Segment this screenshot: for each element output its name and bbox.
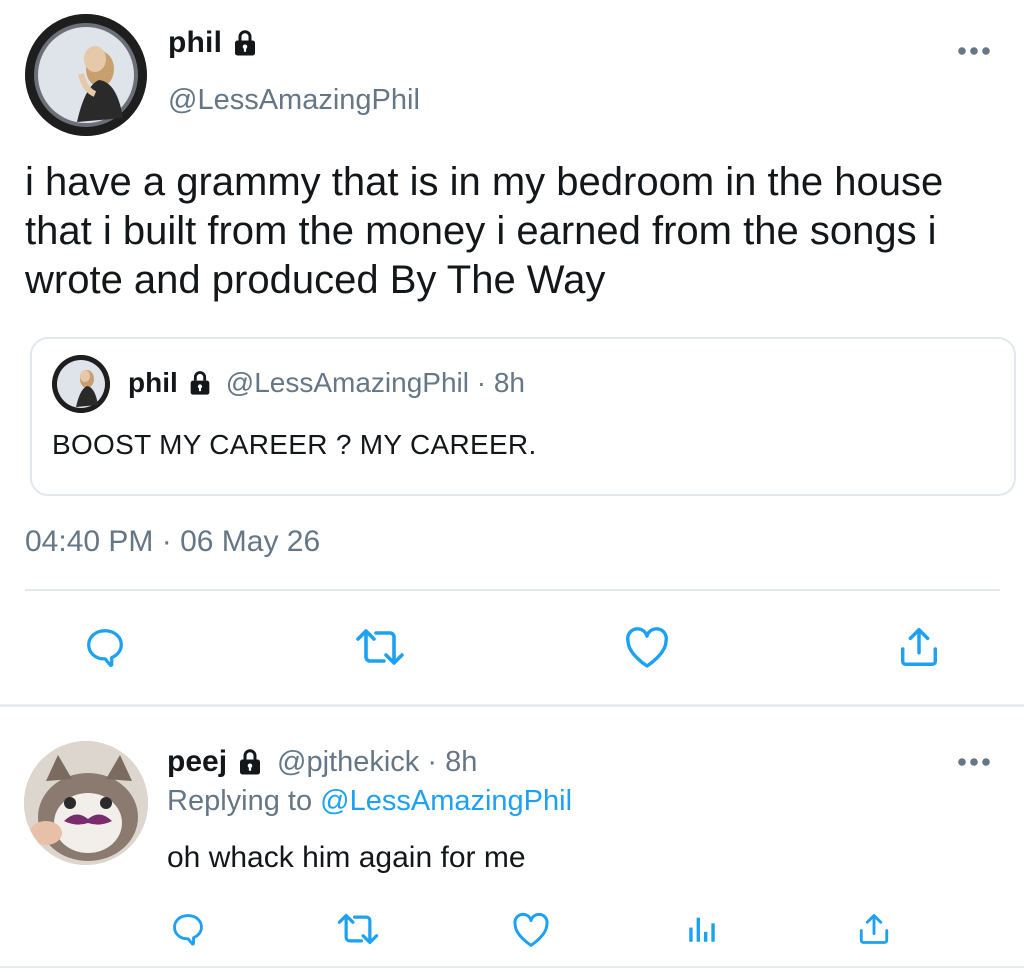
lock-icon bbox=[230, 28, 260, 58]
retweet-icon[interactable] bbox=[352, 622, 408, 672]
more-icon[interactable] bbox=[954, 750, 994, 774]
replying-prefix: Replying to bbox=[167, 785, 321, 817]
lock-icon bbox=[186, 369, 214, 397]
bottom-divider bbox=[0, 966, 1024, 968]
reply-icon[interactable] bbox=[80, 622, 130, 672]
reply-icon[interactable] bbox=[167, 908, 209, 950]
tweet-timestamp[interactable]: 04:40 PM · 06 May 26 bbox=[25, 525, 320, 559]
reply-avatar-image bbox=[24, 741, 148, 865]
reply-avatar[interactable] bbox=[24, 741, 148, 865]
retweet-icon[interactable] bbox=[334, 908, 382, 950]
quoted-author-name: phil bbox=[128, 367, 178, 398]
author-name[interactable]: phil bbox=[168, 26, 222, 60]
like-icon[interactable] bbox=[620, 622, 674, 672]
quoted-text: BOOST MY CAREER ? MY CAREER. bbox=[52, 429, 537, 460]
avatar-image bbox=[25, 14, 147, 136]
share-icon[interactable] bbox=[853, 908, 895, 950]
avatar[interactable] bbox=[25, 14, 147, 136]
reply-author-name[interactable]: peej bbox=[167, 745, 227, 779]
divider bbox=[25, 589, 1000, 591]
author-name-row: phil bbox=[168, 26, 260, 60]
replying-handle-link[interactable]: @LessAmazingPhil bbox=[320, 785, 572, 817]
quoted-tweet[interactable]: phil @LessAmazingPhil · 8h BOOST MY CARE… bbox=[30, 337, 1016, 496]
quoted-avatar bbox=[52, 355, 110, 413]
reply-handle-time[interactable]: @pjthekick · 8h bbox=[277, 746, 477, 779]
quoted-header: phil @LessAmazingPhil · 8h bbox=[128, 367, 525, 399]
replying-to: Replying to @LessAmazingPhil bbox=[167, 785, 572, 818]
quoted-handle-time: @LessAmazingPhil · 8h bbox=[225, 367, 525, 398]
tweet-text: i have a grammy that is in my bedroom in… bbox=[25, 160, 944, 302]
like-icon[interactable] bbox=[509, 908, 553, 950]
reply-text: oh whack him again for me bbox=[167, 841, 526, 874]
lock-icon bbox=[235, 747, 265, 777]
share-icon[interactable] bbox=[892, 622, 946, 672]
author-handle[interactable]: @LessAmazingPhil bbox=[168, 84, 420, 117]
analytics-icon[interactable] bbox=[682, 908, 722, 950]
more-icon[interactable] bbox=[954, 36, 994, 66]
section-divider bbox=[0, 704, 1024, 707]
reply-header: peej @pjthekick · 8h bbox=[167, 745, 477, 779]
